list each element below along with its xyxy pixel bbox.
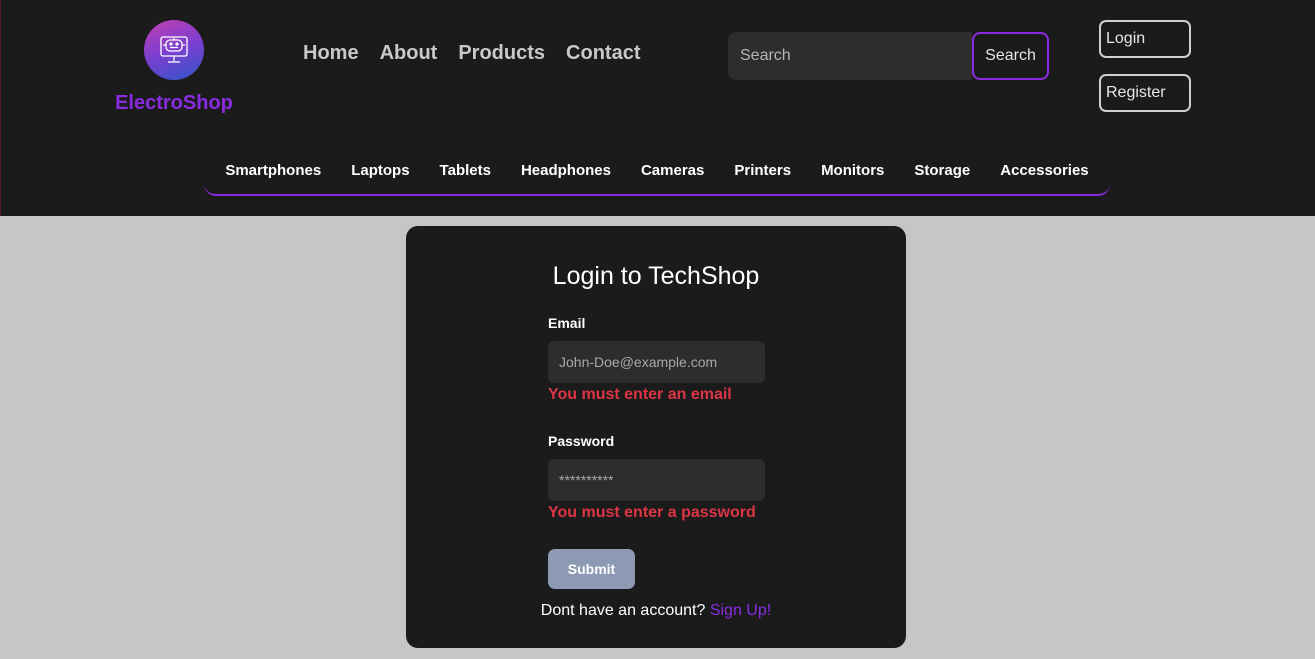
search-button[interactable]: Search bbox=[972, 32, 1049, 80]
main-nav: Home About Products Contact bbox=[303, 42, 640, 65]
email-error: You must enter an email bbox=[548, 386, 732, 403]
category-storage[interactable]: Storage bbox=[914, 162, 970, 194]
signup-link[interactable]: Sign Up! bbox=[710, 602, 771, 619]
register-button[interactable]: Register bbox=[1099, 74, 1191, 112]
category-laptops[interactable]: Laptops bbox=[351, 162, 409, 194]
category-cameras[interactable]: Cameras bbox=[641, 162, 704, 194]
brand[interactable]: ElectroShop bbox=[113, 20, 235, 115]
category-printers[interactable]: Printers bbox=[734, 162, 791, 194]
category-tablets[interactable]: Tablets bbox=[440, 162, 491, 194]
password-error: You must enter a password bbox=[548, 504, 756, 521]
nav-home[interactable]: Home bbox=[303, 42, 359, 65]
monitor-robot-icon[interactable] bbox=[144, 20, 204, 80]
signup-prompt: Dont have an account? Sign Up! bbox=[406, 602, 906, 620]
category-smartphones[interactable]: Smartphones bbox=[225, 162, 321, 194]
login-title: Login to TechShop bbox=[552, 262, 760, 290]
email-label: Email bbox=[548, 315, 586, 331]
login-card: Login to TechShop Email You must enter a… bbox=[406, 226, 906, 648]
site-header: ElectroShop Home About Products Contact … bbox=[0, 0, 1315, 216]
submit-button[interactable]: Submit bbox=[548, 549, 635, 589]
category-accessories[interactable]: Accessories bbox=[1000, 162, 1088, 194]
signup-prompt-text: Dont have an account? bbox=[540, 602, 710, 619]
email-field[interactable] bbox=[548, 341, 765, 383]
category-monitors[interactable]: Monitors bbox=[821, 162, 884, 194]
nav-products[interactable]: Products bbox=[458, 42, 545, 65]
category-headphones[interactable]: Headphones bbox=[521, 162, 611, 194]
password-label: Password bbox=[548, 433, 615, 449]
search-input[interactable] bbox=[728, 32, 972, 80]
brand-name[interactable]: ElectroShop bbox=[113, 92, 235, 115]
nav-contact[interactable]: Contact bbox=[566, 42, 640, 65]
password-field[interactable] bbox=[548, 459, 765, 501]
category-nav: Smartphones Laptops Tablets Headphones C… bbox=[204, 152, 1110, 196]
nav-about[interactable]: About bbox=[380, 42, 438, 65]
login-button[interactable]: Login bbox=[1099, 20, 1191, 58]
